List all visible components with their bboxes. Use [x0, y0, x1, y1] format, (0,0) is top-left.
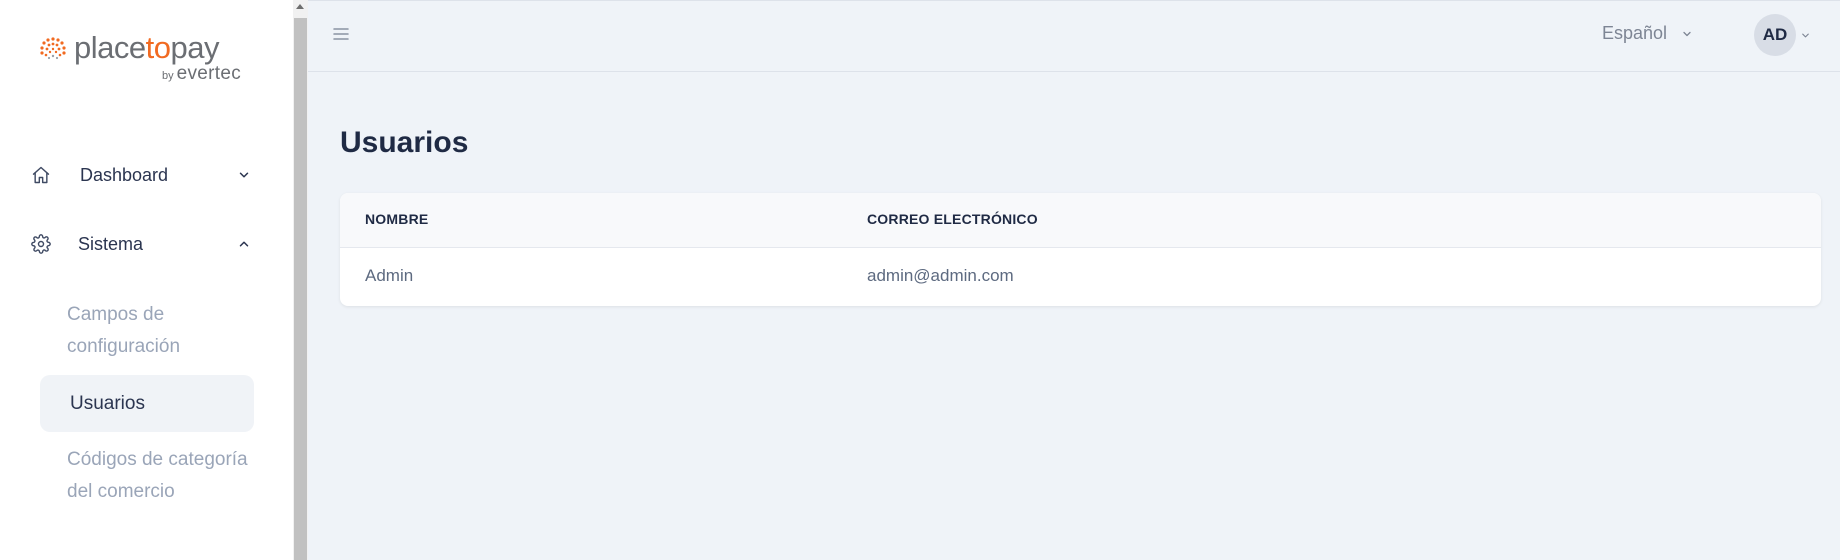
logo-text-to: to — [145, 30, 171, 65]
logo-wordmark: placetopay — [74, 30, 219, 66]
sidebar: placetopay by evertec Dashboard Sistema C… — [0, 0, 294, 560]
sidebar-subitem-campos-configuracion[interactable]: Campos de configuración — [67, 299, 257, 363]
user-menu[interactable]: AD — [1754, 14, 1811, 56]
language-selector[interactable]: Español — [1602, 23, 1693, 44]
hamburger-icon — [333, 28, 349, 40]
logo-text-pay: pay — [170, 30, 219, 65]
chevron-down-icon — [236, 167, 252, 183]
chevron-up-icon — [236, 236, 252, 252]
logo-text-place: place — [74, 30, 146, 65]
sidebar-subitem-codigos-categoria[interactable]: Códigos de categoría del comercio — [67, 444, 257, 508]
gear-icon — [30, 233, 52, 255]
sidebar-subitem-label: Usuarios — [70, 392, 145, 414]
sidebar-item-sistema[interactable]: Sistema — [30, 224, 254, 264]
sidebar-item-label: Sistema — [78, 233, 144, 254]
sidebar-item-dashboard[interactable]: Dashboard — [30, 155, 254, 195]
table-row[interactable]: Admin admin@admin.com — [340, 248, 1821, 306]
column-header-correo[interactable]: CORREO ELECTRÓNICO — [867, 211, 1038, 227]
logo-subtitle: by evertec — [162, 64, 241, 86]
scroll-up-arrow-icon[interactable] — [296, 4, 304, 9]
logo-mark-icon — [40, 37, 66, 60]
page-title: Usuarios — [340, 126, 469, 159]
chevron-down-icon — [1681, 28, 1693, 40]
avatar: AD — [1754, 14, 1796, 56]
language-label: Español — [1602, 23, 1668, 43]
home-icon — [30, 164, 52, 186]
cell-correo: admin@admin.com — [867, 266, 1014, 285]
cell-nombre: Admin — [365, 266, 414, 285]
table-header: NOMBRE CORREO ELECTRÓNICO — [340, 193, 1821, 248]
sidebar-scrollbar[interactable] — [293, 0, 308, 560]
logo-by: by — [162, 70, 174, 82]
users-table: NOMBRE CORREO ELECTRÓNICO Admin admin@ad… — [340, 193, 1821, 306]
chevron-down-icon — [1800, 30, 1811, 41]
sidebar-subitem-usuarios[interactable]: Usuarios — [40, 375, 254, 432]
column-header-nombre[interactable]: NOMBRE — [365, 211, 428, 227]
scrollbar-thumb[interactable] — [294, 18, 307, 560]
placetopay-logo[interactable]: placetopay by evertec — [36, 30, 266, 86]
topbar: Español AD — [308, 0, 1840, 72]
hamburger-menu-button[interactable] — [332, 25, 350, 43]
sidebar-item-label: Dashboard — [80, 164, 169, 185]
logo-evertec: evertec — [176, 63, 242, 84]
